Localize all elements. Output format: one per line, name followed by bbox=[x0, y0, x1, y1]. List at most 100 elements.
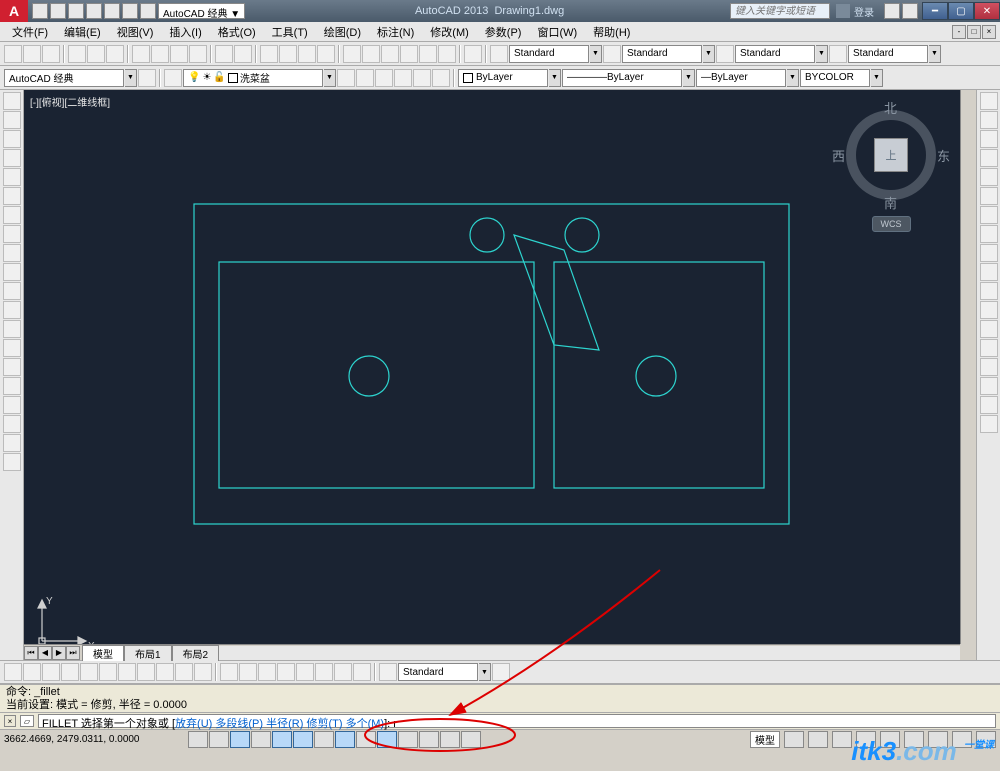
scale-icon[interactable] bbox=[980, 225, 998, 243]
dropdown-arrow-icon[interactable]: ▼ bbox=[125, 69, 137, 87]
vertical-scrollbar[interactable] bbox=[960, 90, 976, 644]
extend-icon[interactable] bbox=[980, 282, 998, 300]
tab-next-icon[interactable]: ▶ bbox=[52, 646, 66, 660]
snap-icon[interactable] bbox=[209, 731, 229, 748]
hatch-icon[interactable] bbox=[3, 358, 21, 376]
isolate-obj-icon[interactable] bbox=[952, 731, 972, 748]
toolbar-lock-icon[interactable] bbox=[904, 731, 924, 748]
compass-west[interactable]: 西 bbox=[832, 146, 845, 165]
linetype-combo[interactable]: ———— ByLayer bbox=[562, 69, 682, 87]
dim-arc-icon[interactable] bbox=[42, 663, 60, 681]
dim-space-icon[interactable] bbox=[220, 663, 238, 681]
lineweight-display-icon[interactable] bbox=[398, 731, 418, 748]
dim-diameter-icon[interactable] bbox=[118, 663, 136, 681]
tolerance-icon[interactable] bbox=[258, 663, 276, 681]
layer-match-icon[interactable] bbox=[432, 69, 450, 87]
trim-icon[interactable] bbox=[980, 263, 998, 281]
horizontal-scrollbar[interactable]: ⏮ ◀ ▶ ⏭ 模型 布局1 布局2 bbox=[24, 644, 960, 660]
quickcalc-icon[interactable] bbox=[438, 45, 456, 63]
copy-obj-icon[interactable] bbox=[980, 111, 998, 129]
blend-icon[interactable] bbox=[980, 396, 998, 414]
dropdown-arrow-icon[interactable]: ▼ bbox=[871, 69, 883, 87]
rotate-icon[interactable] bbox=[980, 206, 998, 224]
zoom-window-icon[interactable] bbox=[298, 45, 316, 63]
close-button[interactable]: ✕ bbox=[974, 2, 1000, 20]
modelspace-toggle[interactable]: 模型 bbox=[750, 731, 780, 748]
revcloud-icon[interactable] bbox=[3, 225, 21, 243]
hardware-accel-icon[interactable] bbox=[928, 731, 948, 748]
new-icon[interactable] bbox=[4, 45, 22, 63]
command-close-icon[interactable]: × bbox=[4, 715, 16, 727]
dim-angular-icon[interactable] bbox=[137, 663, 155, 681]
tablestyle-icon[interactable] bbox=[716, 45, 734, 63]
undo-icon[interactable] bbox=[215, 45, 233, 63]
dropdown-arrow-icon[interactable]: ▼ bbox=[703, 45, 715, 63]
help-search-input[interactable] bbox=[730, 3, 830, 19]
qat-open[interactable] bbox=[50, 3, 66, 19]
sheetset-icon[interactable] bbox=[400, 45, 418, 63]
copy-icon[interactable] bbox=[151, 45, 169, 63]
command-window[interactable]: 命令: _fillet 当前设置: 模式 = 修剪, 半径 = 0.0000 ×… bbox=[0, 684, 1000, 729]
qat-plot[interactable] bbox=[104, 3, 120, 19]
layer-off-icon[interactable] bbox=[413, 69, 431, 87]
markup-icon[interactable] bbox=[419, 45, 437, 63]
menu-dimension[interactable]: 标注(N) bbox=[369, 22, 422, 42]
chamfer-icon[interactable] bbox=[980, 358, 998, 376]
menu-view[interactable]: 视图(V) bbox=[109, 22, 162, 42]
layer-combo[interactable]: 💡 ☀ 🔓 洗菜盆 bbox=[183, 69, 323, 87]
inspection-icon[interactable] bbox=[296, 663, 314, 681]
dim-edit-icon[interactable] bbox=[334, 663, 352, 681]
designcenter-icon[interactable] bbox=[362, 45, 380, 63]
quickview-drawings-icon[interactable] bbox=[808, 731, 828, 748]
viewcube-top-face[interactable]: 上 bbox=[874, 138, 908, 172]
drawing-canvas[interactable] bbox=[24, 90, 976, 660]
jogged-linear-icon[interactable] bbox=[315, 663, 333, 681]
qat-saveas[interactable] bbox=[86, 3, 102, 19]
dropdown-arrow-icon[interactable]: ▼ bbox=[787, 69, 799, 87]
workspace-combo[interactable]: AutoCAD 经典 bbox=[4, 69, 124, 87]
cut-icon[interactable] bbox=[132, 45, 150, 63]
dim-linear-icon[interactable] bbox=[4, 663, 22, 681]
help-icon[interactable] bbox=[902, 3, 918, 19]
menu-edit[interactable]: 编辑(E) bbox=[56, 22, 109, 42]
ducs-icon[interactable] bbox=[356, 731, 376, 748]
stretch-icon[interactable] bbox=[980, 244, 998, 262]
layer-freeze-icon[interactable] bbox=[394, 69, 412, 87]
circle-icon[interactable] bbox=[3, 206, 21, 224]
wcs-badge[interactable]: WCS bbox=[872, 216, 911, 232]
menu-window[interactable]: 窗口(W) bbox=[529, 22, 585, 42]
dim-quick-icon[interactable] bbox=[156, 663, 174, 681]
make-block-icon[interactable] bbox=[3, 320, 21, 338]
otrack-icon[interactable] bbox=[335, 731, 355, 748]
table-icon[interactable] bbox=[3, 415, 21, 433]
workspace-switch-icon[interactable] bbox=[880, 731, 900, 748]
center-mark-icon[interactable] bbox=[277, 663, 295, 681]
compass-north[interactable]: 北 bbox=[884, 98, 897, 117]
layer-properties-icon[interactable] bbox=[164, 69, 182, 87]
dim-continue-icon[interactable] bbox=[194, 663, 212, 681]
layer-isolate-icon[interactable] bbox=[375, 69, 393, 87]
cleanscreen-icon[interactable] bbox=[976, 731, 996, 748]
doc-restore[interactable]: □ bbox=[967, 25, 981, 39]
xline-icon[interactable] bbox=[3, 111, 21, 129]
workspace-gear-icon[interactable] bbox=[138, 69, 156, 87]
tab-prev-icon[interactable]: ◀ bbox=[38, 646, 52, 660]
qat-redo[interactable] bbox=[140, 3, 156, 19]
workspace-selector[interactable]: AutoCAD 经典 ▼ bbox=[158, 3, 245, 19]
infer-constraints-icon[interactable] bbox=[188, 731, 208, 748]
annoscale-icon[interactable] bbox=[832, 731, 852, 748]
dim-radius-icon[interactable] bbox=[80, 663, 98, 681]
zoom-previous-icon[interactable] bbox=[317, 45, 335, 63]
dim-jogged-icon[interactable] bbox=[99, 663, 117, 681]
addselected-icon[interactable] bbox=[3, 453, 21, 471]
move-icon[interactable] bbox=[980, 187, 998, 205]
tab-first-icon[interactable]: ⏮ bbox=[24, 646, 38, 660]
menu-format[interactable]: 格式(O) bbox=[210, 22, 264, 42]
redo-icon[interactable] bbox=[234, 45, 252, 63]
plotstyle-combo[interactable]: BYCOLOR bbox=[800, 69, 870, 87]
quickview-layouts-icon[interactable] bbox=[784, 731, 804, 748]
selection-cycling-icon[interactable] bbox=[461, 731, 481, 748]
rectangle-icon[interactable] bbox=[3, 168, 21, 186]
dropdown-arrow-icon[interactable]: ▼ bbox=[816, 45, 828, 63]
point-icon[interactable] bbox=[3, 339, 21, 357]
